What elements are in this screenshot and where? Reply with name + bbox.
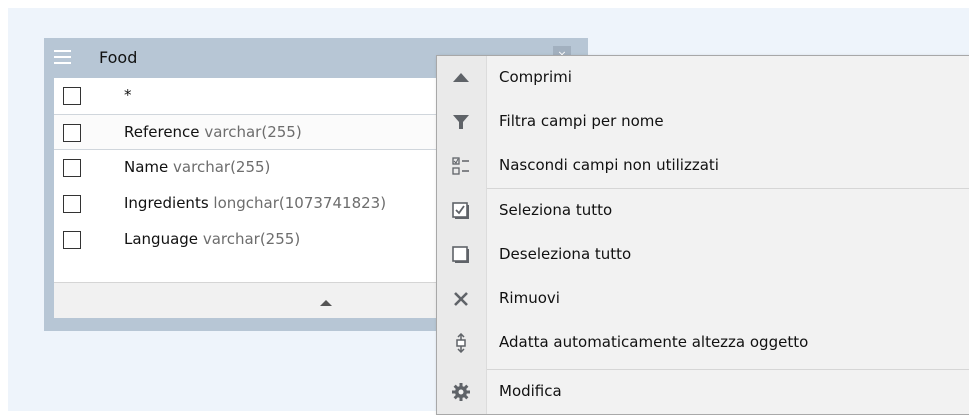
field-type: varchar(255) xyxy=(173,158,271,176)
menu-item-hide-unused[interactable]: Nascondi campi non utilizzati xyxy=(437,144,969,188)
menu-item-label: Rimuovi xyxy=(499,289,560,307)
field-checkbox[interactable] xyxy=(63,87,81,105)
menu-item-label: Seleziona tutto xyxy=(499,201,613,219)
field-name: Reference xyxy=(124,123,200,141)
menu-item-deselect-all[interactable]: Deseleziona tutto xyxy=(437,233,969,277)
menu-item-label: Filtra campi per nome xyxy=(499,112,664,130)
menu-item-collapse[interactable]: Comprimi xyxy=(437,56,969,100)
menu-item-remove[interactable]: Rimuovi xyxy=(437,277,969,321)
field-checkbox[interactable] xyxy=(63,231,81,249)
remove-x-icon xyxy=(454,292,468,306)
menu-item-label: Deseleziona tutto xyxy=(499,245,632,263)
chevron-up-icon[interactable] xyxy=(320,300,332,306)
field-type: varchar(255) xyxy=(204,123,302,141)
field-name: Ingredients xyxy=(124,194,209,212)
menu-item-edit[interactable]: Modifica xyxy=(437,370,969,414)
menu-item-label: Comprimi xyxy=(499,68,572,86)
menu-item-auto-height[interactable]: Adatta automaticamente altezza oggetto xyxy=(437,321,969,365)
menu-item-label: Modifica xyxy=(499,382,562,400)
field-type: longchar(1073741823) xyxy=(213,194,387,212)
field-checkbox[interactable] xyxy=(63,124,81,142)
field-type: varchar(255) xyxy=(202,230,301,248)
table-title: Food xyxy=(99,48,138,67)
field-name: Name xyxy=(124,158,169,176)
context-menu: Comprimi Filtra campi per nome Nascondi … xyxy=(436,55,969,415)
field-checkbox[interactable] xyxy=(63,159,81,177)
menu-item-filter-fields[interactable]: Filtra campi per nome xyxy=(437,100,969,144)
menu-item-label: Adatta automaticamente altezza oggetto xyxy=(499,333,809,351)
hamburger-menu-icon[interactable] xyxy=(54,50,71,65)
hide-unused-fields-icon xyxy=(452,157,469,175)
filter-icon xyxy=(453,115,469,129)
menu-item-select-all[interactable]: Seleziona tutto xyxy=(437,189,969,233)
field-name: Language xyxy=(124,230,199,248)
design-canvas[interactable]: Food × * Reference varchar(255) xyxy=(8,8,969,415)
collapse-triangle-icon xyxy=(453,73,469,82)
menu-item-label: Nascondi campi non utilizzati xyxy=(499,156,719,174)
auto-height-icon xyxy=(456,333,466,353)
unchecked-box-icon xyxy=(452,246,469,263)
checked-box-icon xyxy=(452,202,469,219)
gear-icon xyxy=(452,383,470,401)
field-name: * xyxy=(124,86,132,104)
field-checkbox[interactable] xyxy=(63,195,81,213)
